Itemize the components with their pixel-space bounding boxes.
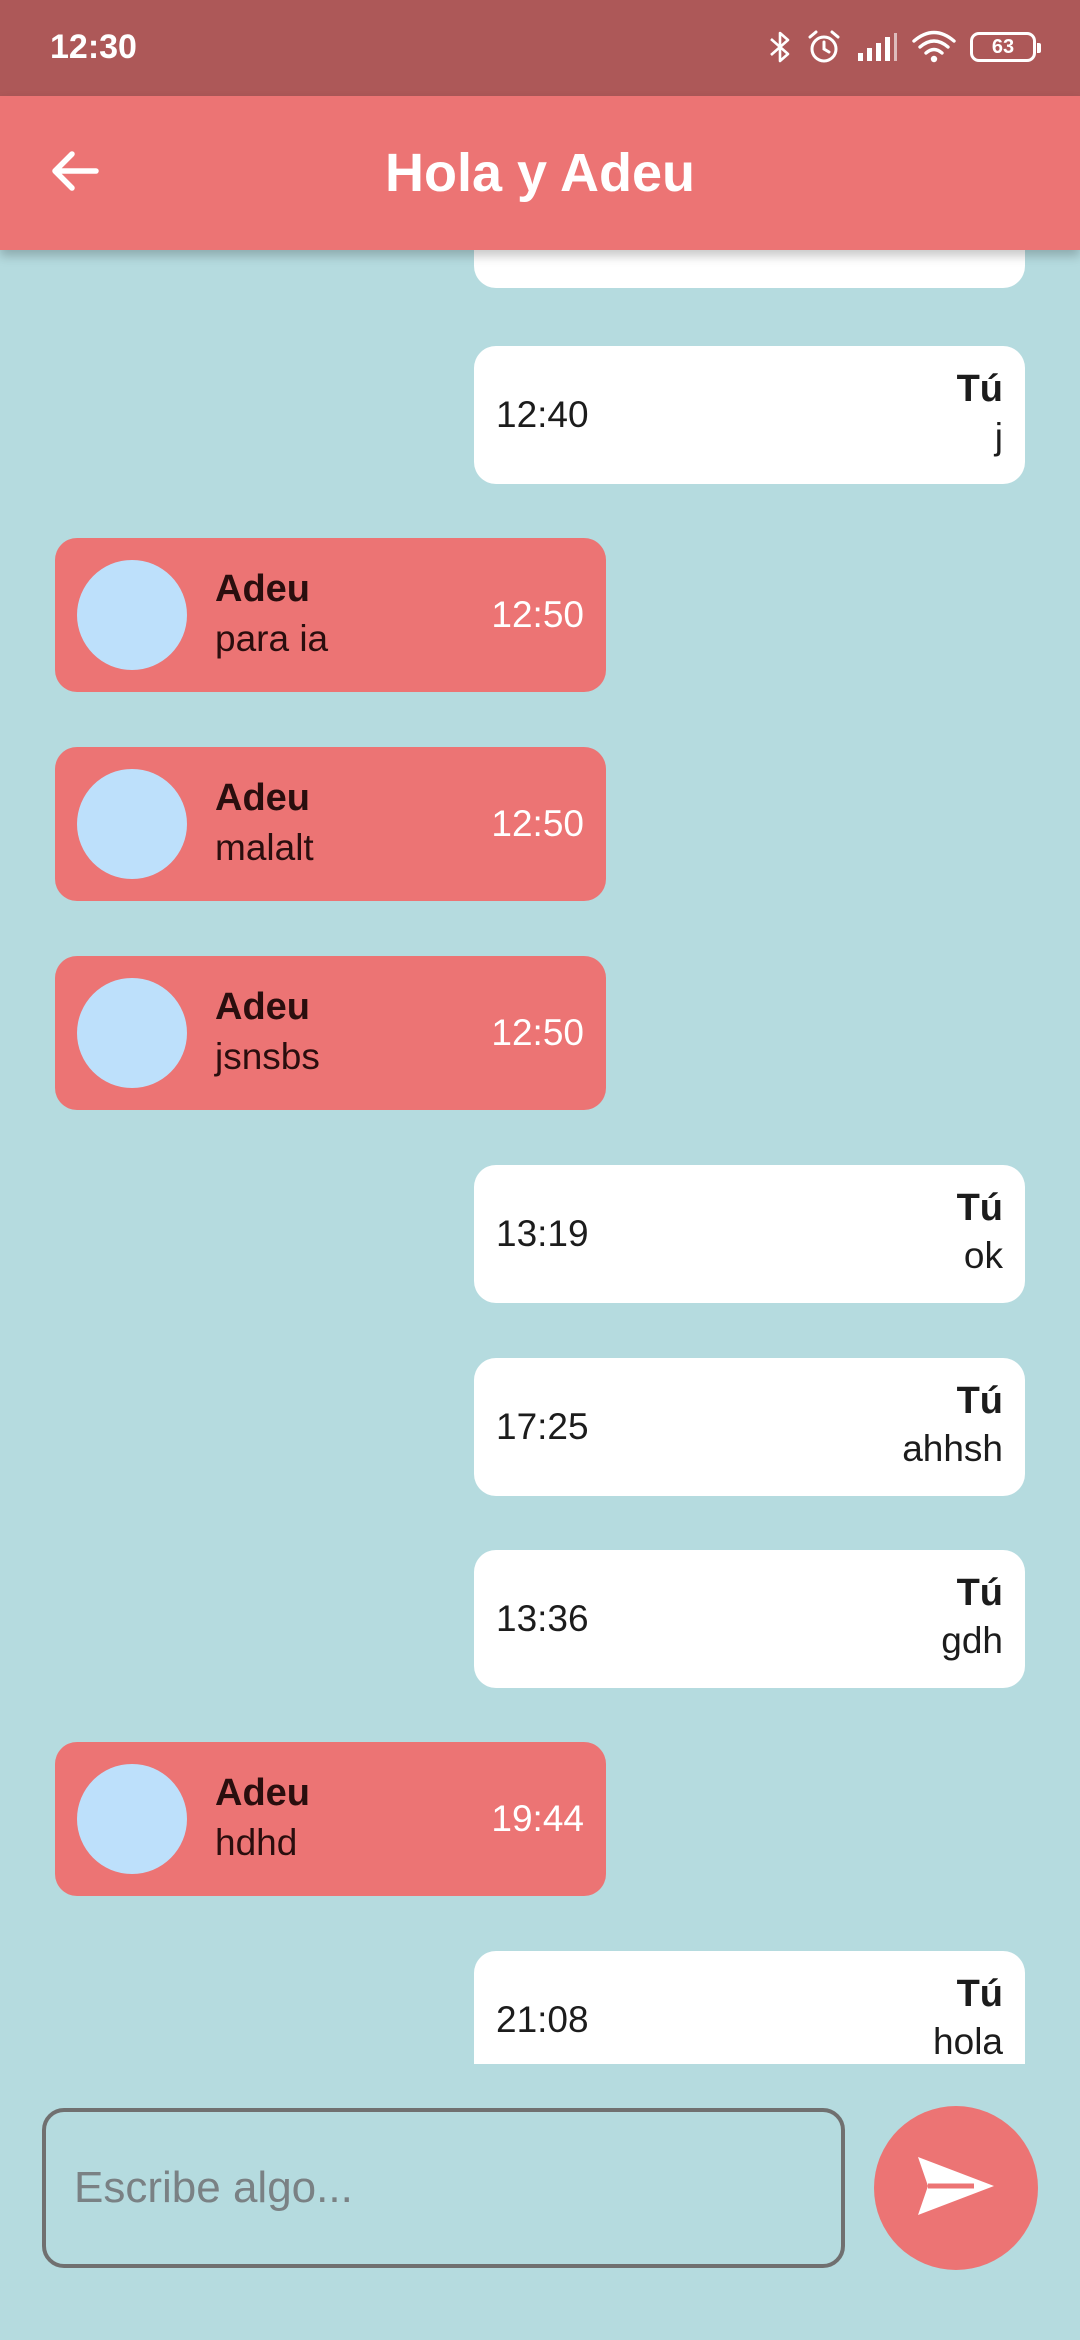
status-time: 12:30 <box>50 28 137 66</box>
message-time: 17:25 <box>496 1406 589 1447</box>
message-text: malalt <box>215 827 314 868</box>
message-time: 19:44 <box>491 1798 584 1839</box>
message-sender: Tú <box>956 1572 1003 1614</box>
battery-level: 63 <box>991 36 1015 58</box>
message-text: gdh <box>941 1620 1003 1661</box>
wifi-icon <box>912 30 956 64</box>
avatar <box>77 1764 187 1874</box>
message-time: 21:08 <box>496 1999 589 2040</box>
message-incoming: Adeu jsnsbs 12:50 <box>55 956 606 1110</box>
avatar <box>77 769 187 879</box>
message-outgoing: 13:36 Tú gdh <box>474 1550 1025 1688</box>
message-incoming: Adeu malalt 12:50 <box>55 747 606 901</box>
message-text: j <box>994 416 1003 457</box>
message-time: 12:40 <box>496 394 589 435</box>
avatar <box>77 978 187 1088</box>
message-time: 13:19 <box>496 1213 589 1254</box>
message-text: hdhd <box>215 1822 298 1863</box>
message-time: 12:50 <box>491 594 584 635</box>
message-outgoing: 12:40 Tú j <box>474 346 1025 484</box>
message-outgoing: . <box>474 250 1025 288</box>
message-sender: Tú <box>956 1187 1003 1229</box>
status-bar: 12:30 63 <box>0 0 1080 96</box>
message-time: 12:50 <box>491 803 584 844</box>
message-incoming: Adeu para ia 12:50 <box>55 538 606 692</box>
avatar <box>77 560 187 670</box>
message-input[interactable] <box>42 2108 845 2268</box>
message-outgoing: 13:19 Tú ok <box>474 1165 1025 1303</box>
message-text: ahhsh <box>902 1428 1003 1469</box>
send-icon <box>914 2153 998 2224</box>
message-sender: Adeu <box>215 986 310 1028</box>
signal-icon <box>856 32 898 62</box>
message-text: hola <box>933 2021 1003 2062</box>
back-button[interactable] <box>42 140 108 206</box>
message-outgoing: 21:08 Tú hola <box>474 1951 1025 2064</box>
message-sender: Tú <box>956 1973 1003 2015</box>
message-outgoing: 17:25 Tú ahhsh <box>474 1358 1025 1496</box>
message-text: ok <box>963 1235 1003 1276</box>
message-text: jsnsbs <box>215 1036 320 1077</box>
message-list[interactable]: . 12:40 Tú j Adeu para ia 12:50 Adeu mal… <box>0 250 1080 2064</box>
message-composer <box>0 2064 1080 2340</box>
message-sender: Adeu <box>215 1772 310 1814</box>
message-sender: Tú <box>956 368 1003 410</box>
message-text: para ia <box>215 618 329 659</box>
battery-icon: 63 <box>970 32 1041 62</box>
alarm-icon <box>806 29 842 65</box>
app-bar: Hola y Adeu <box>0 96 1080 250</box>
message-text: . <box>995 250 1003 256</box>
bluetooth-icon <box>768 30 792 64</box>
message-time: 12:50 <box>491 1012 584 1053</box>
page-title: Hola y Adeu <box>384 143 696 203</box>
status-icons: 63 <box>768 22 1041 72</box>
message-time: 13:36 <box>496 1598 589 1639</box>
arrow-left-icon <box>50 149 100 198</box>
message-sender: Adeu <box>215 568 310 610</box>
message-incoming: Adeu hdhd 19:44 <box>55 1742 606 1896</box>
message-sender: Tú <box>956 1380 1003 1422</box>
message-sender: Adeu <box>215 777 310 819</box>
send-button[interactable] <box>874 2106 1038 2270</box>
